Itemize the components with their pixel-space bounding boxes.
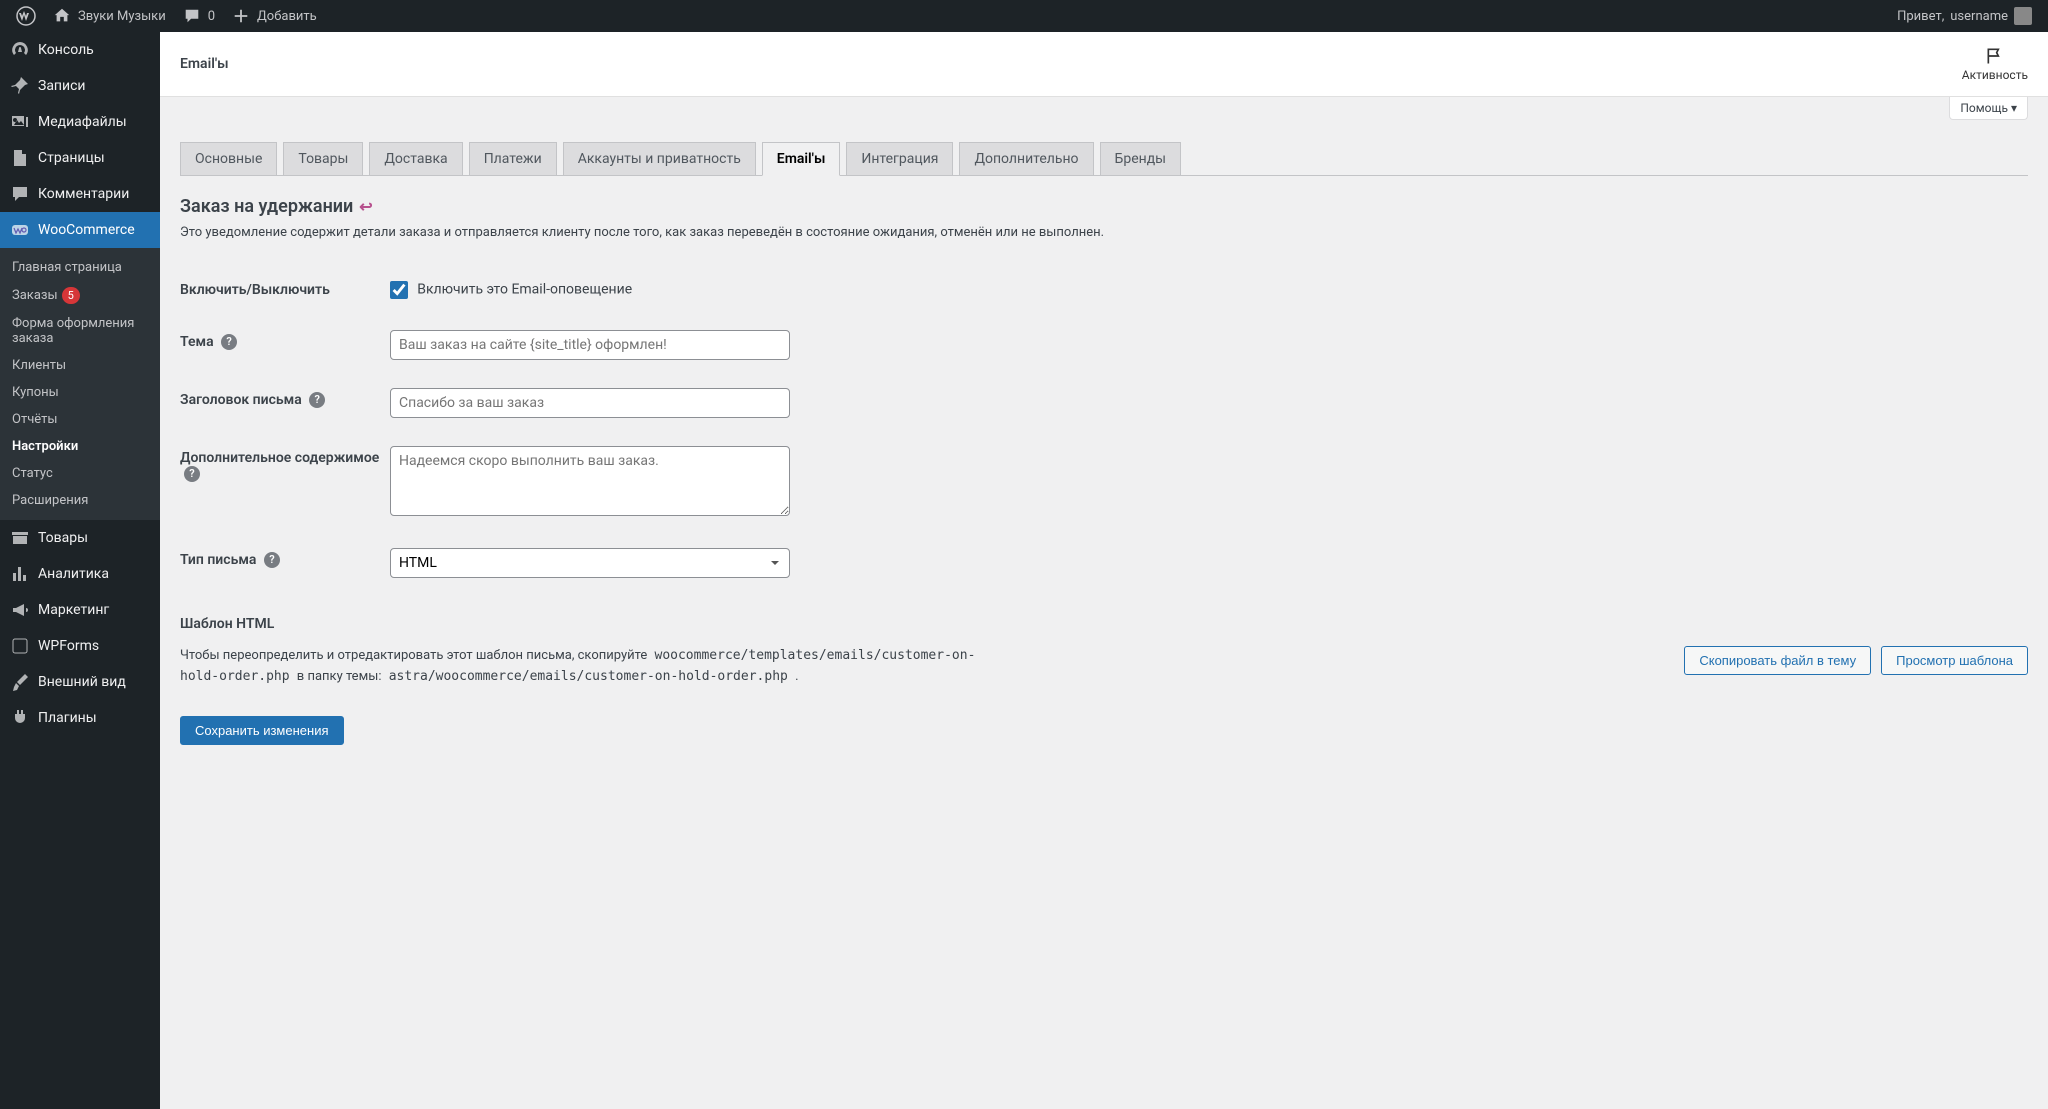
template-dest-path: astra/woocommerce/emails/customer-on-hol… <box>385 668 792 685</box>
heading-label: Заголовок письма <box>180 392 302 408</box>
template-section-title: Шаблон HTML <box>180 616 2028 632</box>
copy-template-button[interactable]: Скопировать файл в тему <box>1684 646 1871 675</box>
tab-shipping[interactable]: Доставка <box>369 142 462 175</box>
subject-label: Тема <box>180 334 214 350</box>
submenu-orders[interactable]: Заказы5 <box>0 281 160 310</box>
archive-icon <box>10 528 30 548</box>
section-title-row: Заказ на удержании ↩ <box>180 196 2028 217</box>
email-type-select[interactable]: HTML <box>390 548 790 578</box>
pin-icon <box>10 76 30 96</box>
home-icon <box>52 6 72 26</box>
main-content: Email'ы Активность Помощь ▾ Основные Тов… <box>160 32 2048 1109</box>
username: username <box>1950 9 2008 24</box>
tab-products[interactable]: Товары <box>283 142 363 175</box>
type-label: Тип письма <box>180 552 256 568</box>
comments-count: 0 <box>208 9 215 24</box>
additional-content-input[interactable] <box>390 446 790 516</box>
view-template-button[interactable]: Просмотр шаблона <box>1881 646 2028 675</box>
tab-accounts[interactable]: Аккаунты и приватность <box>563 142 756 175</box>
menu-pages[interactable]: Страницы <box>0 140 160 176</box>
settings-form: Включить/Выключить Включить это Email-оп… <box>180 264 2028 592</box>
site-name-link[interactable]: Звуки Музыки <box>44 0 174 32</box>
my-account-link[interactable]: Привет, username <box>1889 0 2040 32</box>
submenu-checkout-form[interactable]: Форма оформления заказа <box>0 310 160 352</box>
settings-tabs: Основные Товары Доставка Платежи Аккаунт… <box>180 142 2028 176</box>
menu-products[interactable]: Товары <box>0 520 160 556</box>
site-name: Звуки Музыки <box>78 9 166 24</box>
brush-icon <box>10 672 30 692</box>
add-new-link[interactable]: Добавить <box>223 0 325 32</box>
help-tab[interactable]: Помощь ▾ <box>1949 97 2028 120</box>
wp-logo[interactable] <box>8 0 44 32</box>
enable-checkbox[interactable] <box>390 281 408 299</box>
subject-input[interactable] <box>390 330 790 360</box>
submenu-coupons[interactable]: Купоны <box>0 379 160 406</box>
heading-input[interactable] <box>390 388 790 418</box>
admin-bar: Звуки Музыки 0 Добавить Привет, username <box>0 0 2048 32</box>
submenu-home[interactable]: Главная страница <box>0 254 160 281</box>
woo-submenu: Главная страница Заказы5 Форма оформлени… <box>0 248 160 520</box>
menu-wpforms[interactable]: WPForms <box>0 628 160 664</box>
tab-brands[interactable]: Бренды <box>1100 142 1182 175</box>
menu-dashboard[interactable]: Консоль <box>0 32 160 68</box>
menu-posts[interactable]: Записи <box>0 68 160 104</box>
plug-icon <box>10 708 30 728</box>
comment-icon <box>10 184 30 204</box>
menu-comments[interactable]: Комментарии <box>0 176 160 212</box>
woocommerce-icon <box>10 220 30 240</box>
megaphone-icon <box>10 600 30 620</box>
wordpress-icon <box>16 6 36 26</box>
submenu-status[interactable]: Статус <box>0 460 160 487</box>
add-new-label: Добавить <box>257 9 317 24</box>
orders-badge: 5 <box>62 287 80 304</box>
help-icon[interactable]: ? <box>309 392 325 408</box>
submenu-settings[interactable]: Настройки <box>0 433 160 460</box>
activity-button[interactable]: Активность <box>1962 46 2028 82</box>
woo-topbar: Email'ы Активность <box>160 32 2048 97</box>
comments-link[interactable]: 0 <box>174 0 223 32</box>
tab-emails[interactable]: Email'ы <box>762 142 841 176</box>
help-icon[interactable]: ? <box>184 466 200 482</box>
comment-icon <box>182 6 202 26</box>
menu-media[interactable]: Медиафайлы <box>0 104 160 140</box>
chart-icon <box>10 564 30 584</box>
form-icon <box>10 636 30 656</box>
greeting-prefix: Привет, <box>1897 9 1944 24</box>
section-title: Заказ на удержании <box>180 196 353 217</box>
additional-label: Дополнительное содержимое <box>180 450 379 466</box>
submenu-extensions[interactable]: Расширения <box>0 487 160 514</box>
menu-appearance[interactable]: Внешний вид <box>0 664 160 700</box>
enable-label: Включить/Выключить <box>180 264 390 316</box>
help-icon[interactable]: ? <box>264 552 280 568</box>
flag-icon <box>1985 46 2005 66</box>
admin-sidebar: Консоль Записи Медиафайлы Страницы Комме… <box>0 32 160 1109</box>
chevron-down-icon: ▾ <box>2011 101 2017 115</box>
tab-integration[interactable]: Интеграция <box>846 142 953 175</box>
dashboard-icon <box>10 40 30 60</box>
submenu-reports[interactable]: Отчёты <box>0 406 160 433</box>
tab-advanced[interactable]: Дополнительно <box>959 142 1093 175</box>
back-link[interactable]: ↩ <box>359 197 372 216</box>
tab-payments[interactable]: Платежи <box>469 142 557 175</box>
template-description: Чтобы переопределить и отредактировать э… <box>180 646 1000 688</box>
menu-marketing[interactable]: Маркетинг <box>0 592 160 628</box>
submenu-customers[interactable]: Клиенты <box>0 352 160 379</box>
media-icon <box>10 112 30 132</box>
avatar <box>2014 7 2032 25</box>
enable-checkbox-label[interactable]: Включить это Email-оповещение <box>417 281 632 297</box>
tab-general[interactable]: Основные <box>180 142 277 175</box>
help-icon[interactable]: ? <box>221 334 237 350</box>
menu-woocommerce[interactable]: WooCommerce <box>0 212 160 248</box>
section-description: Это уведомление содержит детали заказа и… <box>180 225 2028 240</box>
plus-icon <box>231 6 251 26</box>
page-icon <box>10 148 30 168</box>
menu-plugins[interactable]: Плагины <box>0 700 160 736</box>
save-button[interactable]: Сохранить изменения <box>180 716 344 745</box>
page-title: Email'ы <box>180 56 229 72</box>
menu-analytics[interactable]: Аналитика <box>0 556 160 592</box>
